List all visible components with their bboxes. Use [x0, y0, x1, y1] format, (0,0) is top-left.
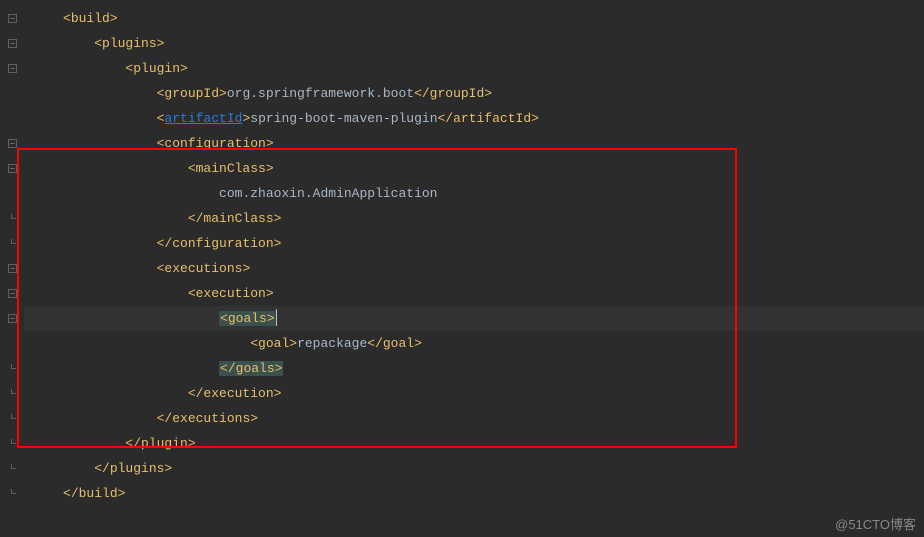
code-line[interactable]: </configuration> [24, 231, 924, 256]
xml-tag: <goals> [219, 311, 276, 326]
code-line[interactable]: </plugins> [24, 456, 924, 481]
xml-tag: </goal> [367, 336, 422, 351]
code-line[interactable]: <executions> [24, 256, 924, 281]
xml-tag: </executions> [157, 411, 258, 426]
code-line[interactable]: </executions> [24, 406, 924, 431]
xml-tag: <groupId> [157, 86, 227, 101]
code-line[interactable]: com.zhaoxin.AdminApplication [24, 181, 924, 206]
gutter-fold-icon [0, 181, 24, 206]
xml-tag: <mainClass> [188, 161, 274, 176]
gutter-fold-icon[interactable] [0, 306, 24, 331]
gutter-fold-icon [0, 331, 24, 356]
gutter-fold-icon[interactable] [0, 281, 24, 306]
code-line[interactable]: <plugins> [24, 31, 924, 56]
gutter-fold-icon[interactable] [0, 56, 24, 81]
code-line[interactable]: <goal>repackage</goal> [24, 331, 924, 356]
xml-tag: </configuration> [157, 236, 282, 251]
code-line[interactable]: <build> [24, 6, 924, 31]
code-line[interactable]: <goals> [24, 306, 924, 331]
gutter-fold-icon[interactable] [0, 356, 24, 381]
xml-tag: <plugin> [125, 61, 187, 76]
xml-text: repackage [297, 336, 367, 351]
code-editor[interactable]: <build> <plugins> <plugin> <groupId>org.… [0, 0, 924, 537]
gutter-fold-icon[interactable] [0, 131, 24, 156]
xml-tag: </groupId> [414, 86, 492, 101]
xml-tag-link: artifactId [164, 111, 242, 126]
xml-tag: <execution> [188, 286, 274, 301]
xml-tag: </build> [63, 486, 125, 501]
gutter-fold-icon[interactable] [0, 31, 24, 56]
xml-tag: </plugins> [94, 461, 172, 476]
code-line[interactable]: </build> [24, 481, 924, 506]
code-line[interactable]: </mainClass> [24, 206, 924, 231]
xml-tag: </artifactId> [438, 111, 539, 126]
gutter-fold-icon[interactable] [0, 456, 24, 481]
gutter-fold-icon[interactable] [0, 431, 24, 456]
code-line[interactable]: <artifactId>spring-boot-maven-plugin</ar… [24, 106, 924, 131]
xml-tag: <executions> [157, 261, 251, 276]
xml-tag: </goals> [219, 361, 283, 376]
xml-tag: </plugin> [125, 436, 195, 451]
code-line[interactable]: <execution> [24, 281, 924, 306]
gutter-fold-icon[interactable] [0, 206, 24, 231]
xml-text: com.zhaoxin.AdminApplication [219, 186, 437, 201]
gutter-fold-icon[interactable] [0, 231, 24, 256]
code-line[interactable]: <mainClass> [24, 156, 924, 181]
code-line[interactable]: <configuration> [24, 131, 924, 156]
code-line[interactable]: </execution> [24, 381, 924, 406]
gutter-fold-icon[interactable] [0, 6, 24, 31]
text-cursor [276, 309, 277, 326]
xml-tag: </mainClass> [188, 211, 282, 226]
gutter-fold-icon[interactable] [0, 481, 24, 506]
gutter-fold-icon [0, 106, 24, 131]
gutter [0, 0, 24, 537]
code-area[interactable]: <build> <plugins> <plugin> <groupId>org.… [24, 0, 924, 537]
xml-tag: <goal> [250, 336, 297, 351]
gutter-fold-icon[interactable] [0, 156, 24, 181]
gutter-fold-icon[interactable] [0, 406, 24, 431]
xml-text: spring-boot-maven-plugin [250, 111, 437, 126]
code-line[interactable]: </goals> [24, 356, 924, 381]
code-line[interactable]: </plugin> [24, 431, 924, 456]
xml-tag: <plugins> [94, 36, 164, 51]
gutter-fold-icon[interactable] [0, 256, 24, 281]
watermark-text: @51CTO博客 [835, 514, 916, 533]
code-line[interactable]: <groupId>org.springframework.boot</group… [24, 81, 924, 106]
xml-tag: <build> [63, 11, 118, 26]
gutter-fold-icon[interactable] [0, 381, 24, 406]
xml-text: org.springframework.boot [227, 86, 414, 101]
xml-tag: </execution> [188, 386, 282, 401]
xml-tag: <configuration> [157, 136, 274, 151]
code-line[interactable]: <plugin> [24, 56, 924, 81]
gutter-fold-icon [0, 81, 24, 106]
